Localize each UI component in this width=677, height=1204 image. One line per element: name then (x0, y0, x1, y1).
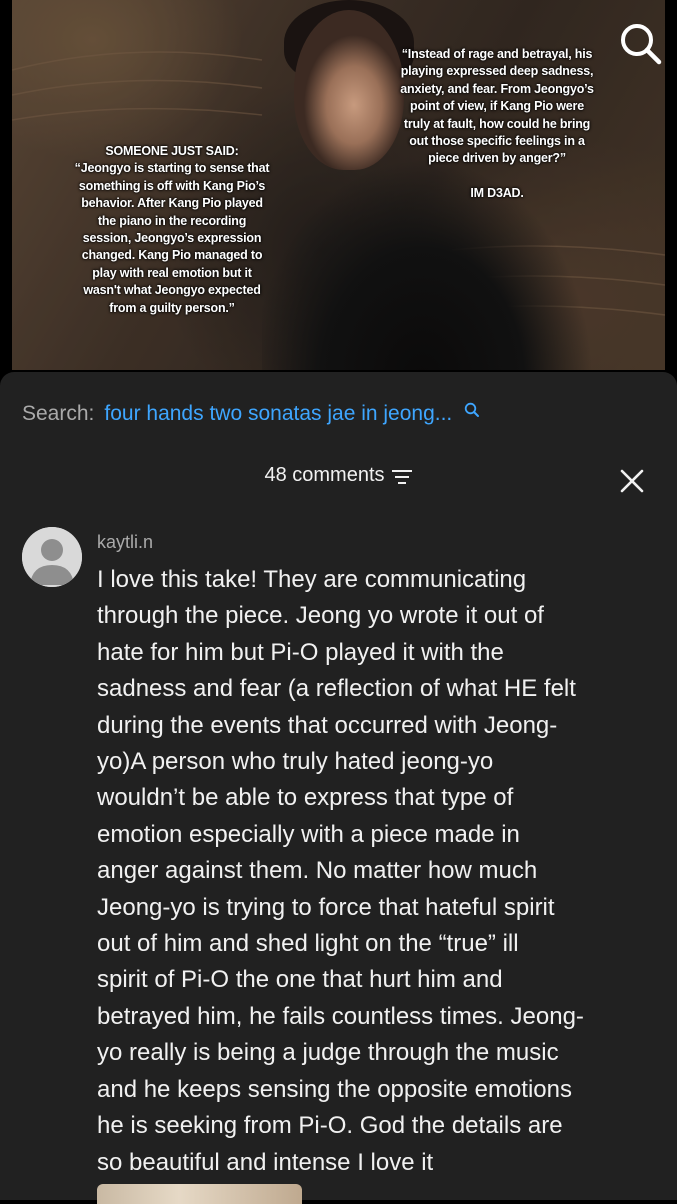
comments-count: 48 comments (264, 464, 385, 486)
avatar-placeholder-icon (22, 527, 82, 587)
comment-line: hate for him but Pi-O played it with the (97, 638, 504, 666)
caption-line: changed. Kang Pio managed to (81, 248, 263, 263)
close-icon (620, 469, 644, 493)
comment-line: anger against them. No matter how much (97, 857, 538, 885)
caption-line: SOMEONE JUST SAID: (105, 144, 239, 158)
search-icon (465, 402, 480, 417)
caption-line: “Instead of rage and betrayal, his (401, 47, 593, 61)
comment-line: so beautiful and intense I love it (97, 1148, 434, 1176)
search-icon (621, 24, 662, 65)
comment-line: betrayed him, he fails countless times. … (97, 1002, 584, 1030)
sort-icon (391, 469, 412, 484)
comment-body: I love this take! They are communicating… (97, 562, 667, 1181)
caption-right: “Instead of rage and betrayal, his playi… (367, 46, 627, 202)
caption-line: from a guilty person.” (109, 300, 235, 315)
comment-line: and he keeps sensing the opposite emotio… (97, 1075, 572, 1103)
caption-line: playing expressed deep sadness, (400, 64, 594, 79)
comments-panel: Search: four hands two sonatas jae in je… (0, 372, 677, 1204)
comment-line: yo really is being a judge through the m… (97, 1039, 559, 1067)
search-query-link[interactable]: four hands two sonatas jae in jeong... (104, 402, 452, 426)
caption-line: behavior. After Kang Pio played (81, 196, 263, 211)
caption-line: out those specific feelings in a (409, 134, 585, 149)
comment-line: sadness and fear (a reflection of what H… (97, 675, 576, 703)
comment-line: through the piece. Jeong yo wrote it out… (97, 602, 544, 630)
search-prefix: Search: (22, 402, 95, 425)
caption-left: SOMEONE JUST SAID: “Jeongyo is starting … (52, 143, 292, 317)
caption-line: anxiety, and fear. From Jeongyo’s (400, 81, 594, 96)
caption-signature: IM D3AD. (470, 185, 524, 200)
caption-line: session, Jeongyo’s expression (82, 231, 262, 246)
comment-author[interactable]: kaytli.n (97, 532, 153, 553)
caption-line: play with real emotion but it (92, 265, 252, 280)
caption-line: point of view, if Kang Pio were (410, 99, 584, 114)
caption-line: truly at fault, how could he bring (403, 116, 591, 131)
comments-sort-toggle[interactable]: 48 comments (264, 464, 412, 487)
comment-line: I love this take! They are communicating (97, 566, 527, 593)
caption-line: the piano in the recording (97, 213, 247, 228)
avatar[interactable] (22, 527, 82, 587)
video-search-button[interactable] (615, 18, 665, 70)
comment-line: spirit of Pi-O the one that hurt him and (97, 966, 503, 994)
comment-line: Jeong-yo is trying to force that hateful… (97, 893, 555, 921)
comment-line: emotion especially with a piece made in (97, 820, 520, 848)
comment-line: he is seeking from Pi-O. God the details… (97, 1112, 563, 1140)
caption-line: “Jeongyo is starting to sense that (74, 161, 270, 176)
video-frame[interactable]: SOMEONE JUST SAID: “Jeongyo is starting … (12, 0, 665, 370)
caption-line: something is off with Kang Pio’s (78, 178, 266, 193)
caption-line: wasn't what Jeongyo expected (83, 283, 261, 298)
comment-line: yo)A person who truly hated jeong-yo (97, 748, 494, 776)
comment-line: wouldn’t be able to express that type of (97, 784, 514, 812)
comment-line: during the events that occurred with Jeo… (97, 711, 558, 739)
comment-line: out of him and shed light on the “true” … (97, 930, 519, 958)
caption-line: piece driven by anger?” (428, 151, 566, 166)
comment-image-thumbnail[interactable] (97, 1184, 302, 1204)
search-suggestion[interactable]: Search: four hands two sonatas jae in je… (22, 398, 480, 430)
close-comments-button[interactable] (618, 467, 646, 495)
comments-header: 48 comments (0, 464, 677, 487)
